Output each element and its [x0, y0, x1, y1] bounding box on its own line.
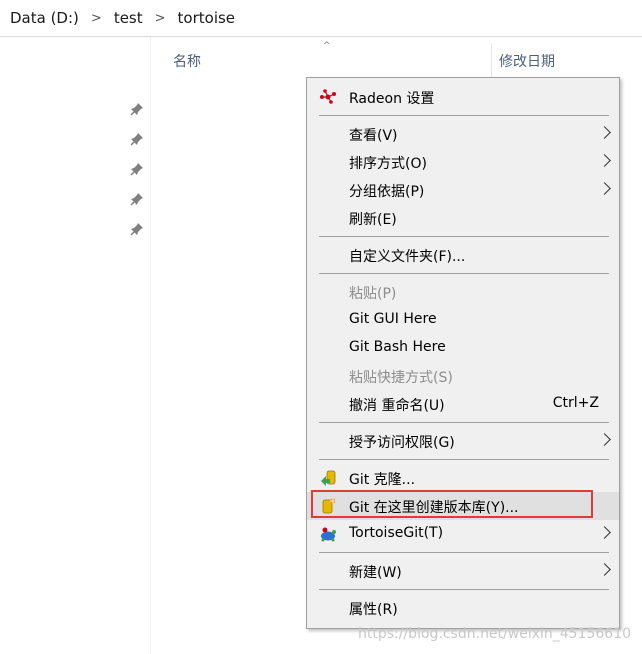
pin-icon[interactable]: [130, 102, 144, 116]
menu-item-label: 分组依据(P): [349, 184, 425, 200]
pin-icon[interactable]: [130, 162, 144, 176]
tortoisegit-icon: [319, 525, 337, 543]
chevron-right-icon[interactable]: >: [89, 11, 104, 26]
menu-item-git-bash-here[interactable]: Git Bash Here: [307, 334, 619, 362]
menu-item-new[interactable]: 新建(W): [307, 557, 619, 585]
submenu-arrow-icon: [598, 433, 611, 446]
chevron-right-icon[interactable]: >: [153, 11, 168, 26]
submenu-arrow-icon: [598, 126, 611, 139]
git-clone-icon: [319, 469, 337, 487]
menu-separator: [319, 459, 609, 460]
menu-separator: [319, 422, 609, 423]
submenu-arrow-icon: [598, 526, 611, 539]
column-date-modified[interactable]: 修改日期: [499, 51, 555, 71]
menu-item-label: Git GUI Here: [349, 311, 437, 327]
menu-item-label: 粘贴(P): [349, 286, 397, 302]
submenu-arrow-icon: [598, 563, 611, 576]
menu-item-label: 查看(V): [349, 128, 398, 144]
menu-item-paste-shortcut[interactable]: 粘贴快捷方式(S): [307, 362, 619, 390]
menu-item-view[interactable]: 查看(V): [307, 120, 619, 148]
menu-item-customize-folder[interactable]: 自定义文件夹(F)...: [307, 241, 619, 269]
menu-item-undo-rename[interactable]: 撤消 重命名(U) Ctrl+Z: [307, 390, 619, 418]
column-divider[interactable]: [491, 43, 492, 81]
sort-ascending-icon: ^: [323, 41, 331, 51]
keyboard-shortcut: Ctrl+Z: [552, 395, 599, 411]
menu-item-label: Git Bash Here: [349, 339, 446, 355]
menu-separator: [319, 589, 609, 590]
watermark-text: https://blog.csdn.net/weixin_45156610: [358, 626, 632, 642]
menu-separator: [319, 273, 609, 274]
menu-item-properties[interactable]: 属性(R): [307, 594, 619, 622]
menu-item-radeon-settings[interactable]: Radeon 设置: [307, 83, 619, 111]
menu-item-group-by[interactable]: 分组依据(P): [307, 176, 619, 204]
menu-item-label: 排序方式(O): [349, 156, 427, 172]
column-header: ^ 名称 修改日期: [151, 37, 642, 81]
menu-item-label: 刷新(E): [349, 212, 397, 228]
menu-item-label: TortoiseGit(T): [349, 525, 444, 541]
pin-icon[interactable]: [130, 132, 144, 146]
menu-item-label: 撤消 重命名(U): [349, 398, 445, 414]
menu-item-label: 授予访问权限(G): [349, 435, 455, 451]
breadcrumb-tortoise[interactable]: tortoise: [168, 9, 246, 27]
context-menu: Radeon 设置 查看(V) 排序方式(O) 分组依据(P) 刷新(E) 自定…: [306, 77, 620, 629]
menu-item-label: 粘贴快捷方式(S): [349, 370, 453, 386]
menu-item-git-gui-here[interactable]: Git GUI Here: [307, 306, 619, 334]
radeon-icon: [319, 88, 337, 106]
menu-item-label: 自定义文件夹(F)...: [349, 249, 466, 265]
submenu-arrow-icon: [598, 182, 611, 195]
menu-item-label: Git 在这里创建版本库(Y)...: [349, 500, 519, 516]
menu-separator: [319, 236, 609, 237]
menu-item-label: 新建(W): [349, 565, 402, 581]
pin-icon[interactable]: [130, 192, 144, 206]
menu-item-git-clone[interactable]: Git 克隆...: [307, 464, 619, 492]
menu-item-sort-by[interactable]: 排序方式(O): [307, 148, 619, 176]
menu-separator: [319, 115, 609, 116]
menu-item-git-create-repo[interactable]: Git 在这里创建版本库(Y)...: [307, 492, 619, 520]
menu-item-label: Git 克隆...: [349, 472, 416, 488]
column-name[interactable]: 名称: [173, 51, 201, 71]
pin-icon[interactable]: [130, 222, 144, 236]
breadcrumb-drive[interactable]: Data (D:): [0, 9, 89, 27]
address-bar[interactable]: Data (D:) > test > tortoise: [0, 0, 642, 37]
submenu-arrow-icon: [598, 154, 611, 167]
menu-item-label: Radeon 设置: [349, 91, 435, 107]
breadcrumb-test[interactable]: test: [104, 9, 153, 27]
menu-separator: [319, 552, 609, 553]
menu-item-tortoisegit[interactable]: TortoiseGit(T): [307, 520, 619, 548]
menu-item-paste[interactable]: 粘贴(P): [307, 278, 619, 306]
menu-item-give-access[interactable]: 授予访问权限(G): [307, 427, 619, 455]
navigation-pane: [0, 37, 151, 654]
git-create-repo-icon: [319, 497, 337, 515]
menu-item-refresh[interactable]: 刷新(E): [307, 204, 619, 232]
menu-item-label: 属性(R): [349, 602, 398, 618]
